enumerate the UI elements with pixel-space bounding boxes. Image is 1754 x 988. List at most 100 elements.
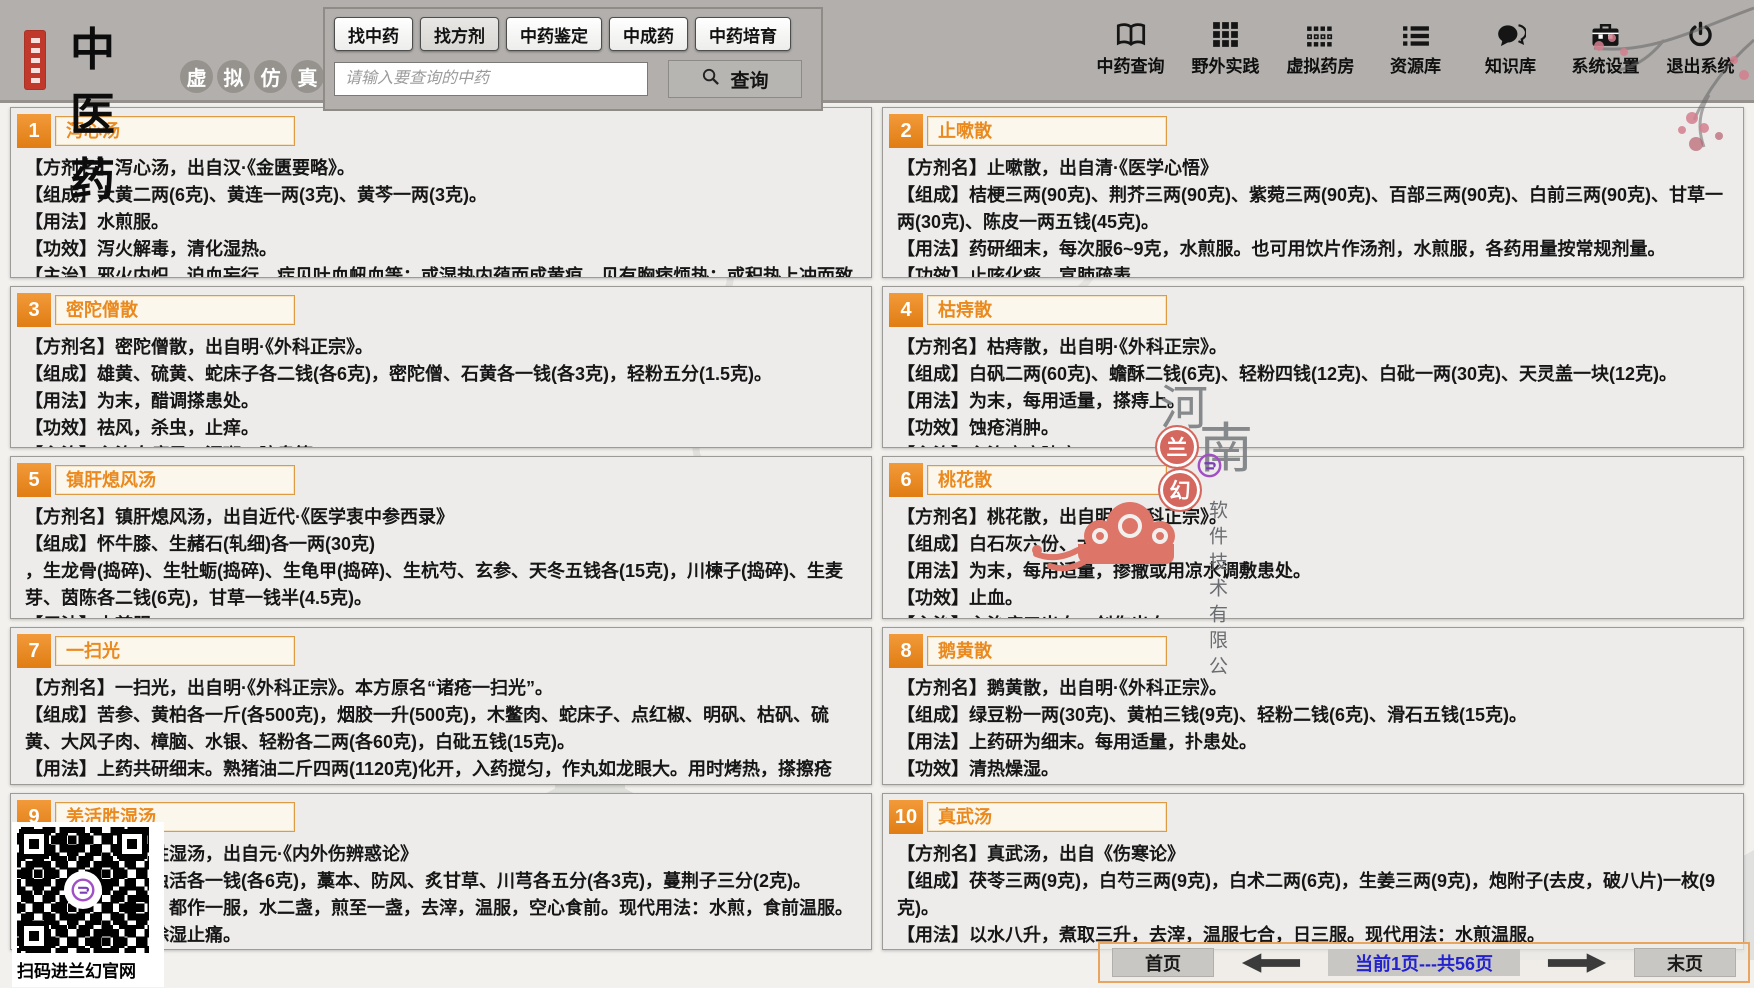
app-title: 中医药 xyxy=(70,13,122,208)
nav-label: 中药查询 xyxy=(1097,52,1165,77)
card-text-line: 【功效】止咳化痰，宣肺疏表。 xyxy=(897,263,1733,278)
last-page-button[interactable]: 末页 xyxy=(1634,948,1736,977)
card-text-line: 【方剂名】桃花散，出自明·《外科正宗》。 xyxy=(897,504,1733,531)
nav-label: 资源库 xyxy=(1390,52,1441,77)
find-herb-button[interactable]: 找中药 xyxy=(334,17,413,51)
card-title[interactable]: 一扫光 xyxy=(55,636,295,666)
card-number-badge: 7 xyxy=(17,634,51,668)
card-number-badge: 2 xyxy=(889,114,923,148)
nav-item-exit-system[interactable]: 退出系统 xyxy=(1653,16,1748,77)
list-icon xyxy=(1402,16,1430,48)
qr-finder-icon xyxy=(19,921,49,951)
card-text-line: 【方剂名】止嗽散，出自清·《医学心悟》 xyxy=(897,155,1733,182)
nav-label: 虚拟药房 xyxy=(1287,52,1355,77)
card-body: 【方剂名】镇肝熄风汤，出自近代·《医学衷中参西录》【组成】怀牛膝、生赭石(轧细)… xyxy=(25,504,861,619)
subtitle-char: 仿 xyxy=(254,60,287,93)
card-text-line: 【组成】大黄二两(6克)、黄连一两(3克)、黄芩一两(3克)。 xyxy=(25,182,861,209)
card-body: 【方剂名】一扫光，出自明·《外科正宗》。本方原名“诸疮一扫光”。【组成】苦参、黄… xyxy=(25,675,861,785)
qr-code xyxy=(17,827,149,953)
chat-icon xyxy=(1496,16,1526,48)
search-button[interactable]: 查询 xyxy=(668,60,802,98)
patent-medicine-button[interactable]: 中成药 xyxy=(609,17,688,51)
card-number-badge: 3 xyxy=(17,293,51,327)
nav-label: 知识库 xyxy=(1485,52,1536,77)
card-number-badge: 4 xyxy=(889,293,923,327)
card-title[interactable]: 止嗽散 xyxy=(927,116,1167,146)
card-text-line: 【组成】桔梗三两(90克)、荆芥三两(90克)、紫菀三两(90克)、百部三两(9… xyxy=(897,182,1733,236)
card-title[interactable]: 枯痔散 xyxy=(927,295,1167,325)
card-title[interactable]: 真武汤 xyxy=(927,802,1167,832)
main-nav: 中药查询 野外实践 虚拟药房 资源库 xyxy=(1083,16,1748,77)
card-text-line: 【用法】为末，每用适量，搽痔上。 xyxy=(897,388,1733,415)
card-body: 【方剂名】枯痔散，出自明·《外科正宗》。【组成】白矾二两(60克)、蟾酥二钱(6… xyxy=(897,334,1733,448)
formula-card: 1 泻心汤 【方剂名】泻心汤，出自汉·《金匮要略》。【组成】大黄二两(6克)、黄… xyxy=(10,107,872,278)
subtitle-char: 虚 xyxy=(180,60,213,93)
subtitle-char: 真 xyxy=(291,60,324,93)
card-text-line: 【用法】水煎服。 xyxy=(25,612,861,619)
subtitle-char: 拟 xyxy=(217,60,250,93)
card-title[interactable]: 密陀僧散 xyxy=(55,295,295,325)
card-title[interactable]: 鹅黄散 xyxy=(927,636,1167,666)
nav-item-virtual-pharmacy[interactable]: 虚拟药房 xyxy=(1273,16,1368,77)
first-page-button[interactable]: 首页 xyxy=(1112,948,1214,977)
cards-grid: 1 泻心汤 【方剂名】泻心汤，出自汉·《金匮要略》。【组成】大黄二两(6克)、黄… xyxy=(10,107,1744,950)
finder-buttons-bar: 找中药 找方剂 中药鉴定 中成药 中药培育 xyxy=(334,17,812,51)
card-text-line: 【方剂名】真武汤，出自《伤寒论》 xyxy=(897,841,1733,868)
app-subtitle: 虚 拟 仿 真 xyxy=(180,60,324,93)
card-text-line: 【用法】水煎服。 xyxy=(25,209,861,236)
page-status: 当前1页---共56页 xyxy=(1328,949,1520,976)
card-text-line: 【用法】药研细末，每次服6~9克，水煎服。也可用饮片作汤剂，水煎服，各药用量按常… xyxy=(897,236,1733,263)
qr-finder-icon xyxy=(117,829,147,859)
pharmacy-grid-icon xyxy=(1306,16,1335,48)
card-text-line: 【组成】苦参、黄柏各一斤(各500克)，烟胶一升(500克)，木鳖肉、蛇床子、点… xyxy=(25,702,861,756)
header-bar: 中医药 虚 拟 仿 真 找中药 找方剂 中药鉴定 中成药 中药培育 xyxy=(0,0,1754,103)
red-seal-icon xyxy=(25,31,45,89)
formula-card: 2 止嗽散 【方剂名】止嗽散，出自清·《医学心悟》【组成】桔梗三两(90克)、荆… xyxy=(882,107,1744,278)
card-title[interactable]: 桃花散 xyxy=(927,465,1167,495)
card-text-line: 【功效】祛风，杀虫，止痒。 xyxy=(25,415,861,442)
herb-cultivation-button[interactable]: 中药培育 xyxy=(695,17,791,51)
formula-card: 4 枯痔散 【方剂名】枯痔散，出自明·《外科正宗》。【组成】白矾二两(60克)、… xyxy=(882,286,1744,448)
search-input[interactable] xyxy=(334,62,648,96)
card-body: 【方剂名】止嗽散，出自清·《医学心悟》【组成】桔梗三两(90克)、荆芥三两(90… xyxy=(897,155,1733,278)
formula-card: 6 桃花散 【方剂名】桃花散，出自明·《外科正宗》。【组成】白石灰六份、大黄一份… xyxy=(882,456,1744,619)
next-arrow-button[interactable] xyxy=(1546,952,1608,974)
card-text-line: 【组成】怀牛膝、生赭石(轧细)各一两(30克) xyxy=(25,531,861,558)
card-text-line: 【组成】白石灰六份、大黄一份。 xyxy=(897,531,1733,558)
search-panel: 找中药 找方剂 中药鉴定 中成药 中药培育 查询 xyxy=(323,7,823,111)
grid-icon xyxy=(1212,16,1239,48)
card-text-line: 【组成】白矾二两(60克)、蟾酥二钱(6克)、轻粉四钱(12克)、白砒一两(30… xyxy=(897,361,1733,388)
card-text-line: 【功效】泻火解毒，清化湿热。 xyxy=(25,236,861,263)
prev-arrow-button[interactable] xyxy=(1240,952,1302,974)
herb-identify-button[interactable]: 中药鉴定 xyxy=(506,17,602,51)
qr-logo-icon xyxy=(64,871,102,909)
nav-item-system-settings[interactable]: 系统设置 xyxy=(1558,16,1653,77)
card-number-badge: 8 xyxy=(889,634,923,668)
pagination: 首页 当前1页---共56页 末页 xyxy=(1098,942,1750,983)
formula-card: 10 真武汤 【方剂名】真武汤，出自《伤寒论》【组成】茯苓三两(9克)，白芍三两… xyxy=(882,793,1744,950)
card-text-line: 【方剂名】泻心汤，出自汉·《金匮要略》。 xyxy=(25,155,861,182)
nav-item-field-practice[interactable]: 野外实践 xyxy=(1178,16,1273,77)
nav-label: 野外实践 xyxy=(1192,52,1260,77)
nav-item-resource-library[interactable]: 资源库 xyxy=(1368,16,1463,77)
formula-card: 7 一扫光 【方剂名】一扫光，出自明·《外科正宗》。本方原名“诸疮一扫光”。【组… xyxy=(10,627,872,785)
card-number-badge: 5 xyxy=(17,463,51,497)
search-icon xyxy=(701,67,720,92)
card-text-line: 【主治】邪火内炽，迫血妄行，症见吐血衄血等；或湿热内蕴而成黄疸，见有胸痞烦热；或… xyxy=(25,263,861,278)
nav-label: 系统设置 xyxy=(1572,52,1640,77)
card-body: 【方剂名】鹅黄散，出自明·《外科正宗》。【组成】绿豆粉一两(30克)、黄柏三钱(… xyxy=(897,675,1733,785)
card-title[interactable]: 镇肝熄风汤 xyxy=(55,465,295,495)
nav-item-knowledge-base[interactable]: 知识库 xyxy=(1463,16,1558,77)
card-text-line: 【方剂名】枯痔散，出自明·《外科正宗》。 xyxy=(897,334,1733,361)
card-text-line: 【组成】茯苓三两(9克)，白芍三两(9克)，白术二两(6克)，生姜三两(9克)，… xyxy=(897,868,1733,922)
card-text-line: 【主治】主治疮口出血，创伤出血。 xyxy=(897,612,1733,619)
toolbox-icon xyxy=(1591,16,1620,48)
card-body: 【方剂名】真武汤，出自《伤寒论》【组成】茯苓三两(9克)，白芍三两(9克)，白术… xyxy=(897,841,1733,950)
card-text-line: 【主治】主治白癜风，汗斑，腋臭等。 xyxy=(25,442,861,448)
card-text-line: 【用法】上药共研细末。熟猪油二斤四两(1120克)化开，入药搅匀，作丸如龙眼大。… xyxy=(25,756,861,785)
find-formula-button[interactable]: 找方剂 xyxy=(420,17,499,51)
formula-card: 5 镇肝熄风汤 【方剂名】镇肝熄风汤，出自近代·《医学衷中参西录》【组成】怀牛膝… xyxy=(10,456,872,619)
card-text-line: 【用法】为末，每用适量，掺撒或用凉水调敷患处。 xyxy=(897,558,1733,585)
nav-item-herb-query[interactable]: 中药查询 xyxy=(1083,16,1178,77)
formula-card: 8 鹅黄散 【方剂名】鹅黄散，出自明·《外科正宗》。【组成】绿豆粉一两(30克)… xyxy=(882,627,1744,785)
